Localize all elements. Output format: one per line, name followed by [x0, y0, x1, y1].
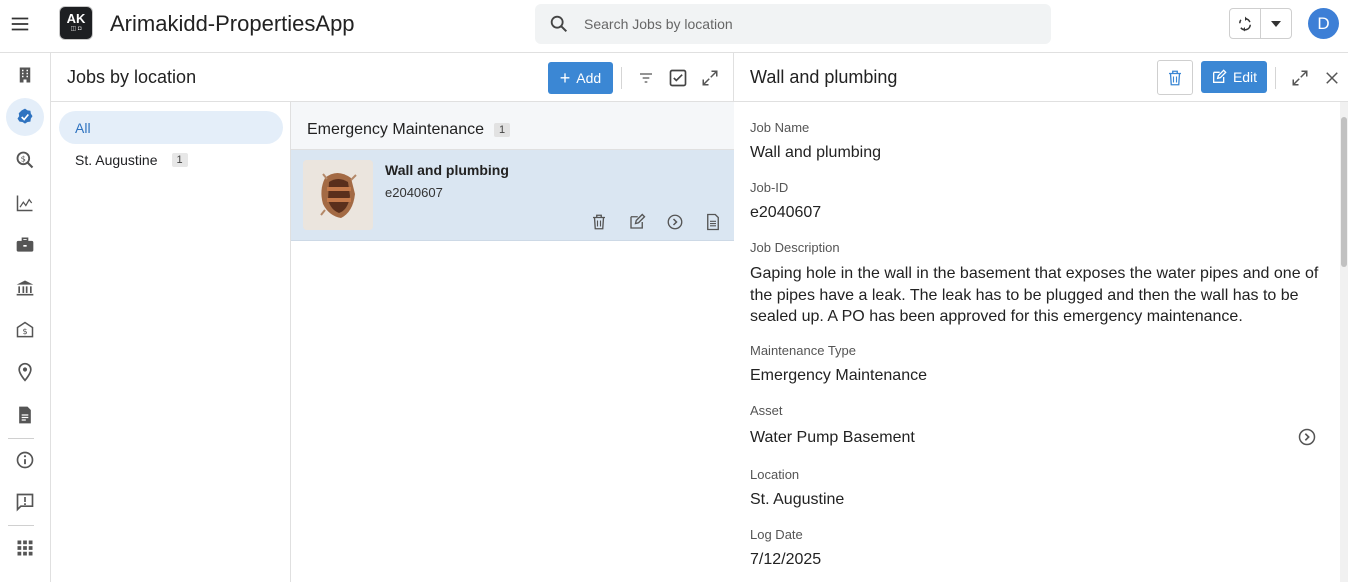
expand-icon[interactable]	[698, 66, 722, 90]
log-date-label: Log Date	[750, 527, 803, 542]
detail-header: Wall and plumbing Edit	[734, 53, 1348, 102]
rail-divider	[8, 438, 34, 439]
job-name-label: Job Name	[750, 120, 810, 135]
plus-icon: +	[559, 68, 571, 88]
edit-button-label: Edit	[1232, 69, 1258, 85]
section-header: Emergency Maintenance 1	[291, 102, 734, 150]
user-avatar[interactable]: D	[1308, 8, 1339, 39]
search-bar[interactable]	[535, 4, 1051, 44]
scroll-thumb[interactable]	[1341, 117, 1347, 267]
job-id-label: Job-ID	[750, 180, 789, 195]
asset-value[interactable]: Water Pump Basement	[750, 429, 915, 447]
asset-label: Asset	[750, 403, 783, 418]
bank-icon[interactable]	[6, 269, 44, 307]
close-icon[interactable]	[1320, 66, 1344, 90]
app-logo[interactable]: AK ◫ ◘	[59, 6, 93, 40]
jobs-list: Emergency Maintenance 1 Wall and plumbin…	[291, 102, 734, 582]
section-count-badge: 1	[494, 123, 511, 137]
list-panel-title: Jobs by location	[67, 67, 197, 87]
rail-divider	[8, 525, 34, 526]
group-label: St. Augustine	[75, 151, 158, 168]
document-icon[interactable]	[6, 396, 44, 434]
sync-dropdown-button[interactable]	[1261, 9, 1291, 38]
edit-button[interactable]: Edit	[1201, 61, 1267, 93]
job-description-label: Job Description	[750, 240, 840, 255]
detail-title: Wall and plumbing	[750, 67, 898, 87]
money-envelope-icon[interactable]: $	[6, 311, 44, 349]
chevron-circle-right-icon[interactable]	[664, 211, 686, 233]
log-date-value: 7/12/2025	[750, 551, 822, 568]
job-description-value: Gaping hole in the wall in the basement …	[750, 265, 1319, 325]
maintenance-type-value: Emergency Maintenance	[750, 367, 927, 384]
location-pin-icon[interactable]	[6, 353, 44, 391]
expand-icon[interactable]	[1288, 66, 1312, 90]
sync-icon	[1239, 16, 1252, 31]
group-item-all[interactable]: All	[59, 111, 283, 144]
feedback-icon[interactable]	[6, 483, 44, 521]
filter-icon[interactable]	[634, 66, 658, 90]
job-thumbnail	[303, 160, 373, 230]
briefcase-icon[interactable]	[6, 226, 44, 264]
detail-scrollbar[interactable]	[1340, 102, 1348, 582]
search-input[interactable]	[584, 16, 1024, 32]
job-id: e2040607	[385, 185, 443, 200]
search-icon	[550, 15, 568, 33]
list-panel-header: Jobs by location + Add	[51, 53, 734, 102]
nav-rail: $ $	[0, 53, 51, 582]
jobs-list-panel: Jobs by location + Add All St. Augustine…	[51, 53, 734, 582]
job-card[interactable]: Wall and plumbing e2040607	[291, 150, 734, 241]
group-item-st-augustine[interactable]: St. Augustine 1	[59, 143, 283, 176]
group-label: All	[75, 119, 91, 136]
header-divider	[1275, 67, 1276, 89]
hamburger-menu-icon[interactable]	[6, 10, 34, 38]
add-button[interactable]: + Add	[548, 62, 613, 94]
location-value: St. Augustine	[750, 491, 845, 508]
edit-icon	[1212, 69, 1227, 83]
logo-mark: ◫ ◘	[70, 26, 82, 32]
location-groups: All St. Augustine 1	[51, 102, 291, 582]
sync-control	[1229, 8, 1292, 39]
apps-grid-icon[interactable]	[6, 529, 44, 567]
count-badge: 1	[171, 152, 188, 167]
svg-text:$: $	[22, 326, 27, 336]
job-name-value: Wall and plumbing	[750, 144, 882, 161]
detail-body: Job Name Wall and plumbing Job-ID e20406…	[734, 102, 1348, 582]
top-bar: AK ◫ ◘ Arimakidd-PropertiesApp D	[0, 0, 1348, 53]
delete-button[interactable]	[1157, 60, 1193, 95]
report-document-icon[interactable]	[702, 211, 724, 233]
chevron-circle-right-icon[interactable]	[1297, 427, 1317, 447]
job-detail-panel: Wall and plumbing Edit Job Name Wall and…	[734, 53, 1348, 582]
header-divider	[621, 67, 622, 89]
svg-text:$: $	[21, 154, 26, 164]
info-icon[interactable]	[6, 441, 44, 479]
trash-icon[interactable]	[588, 211, 610, 233]
search-dollar-icon[interactable]: $	[6, 141, 44, 179]
add-button-label: Add	[576, 70, 602, 86]
location-label: Location	[750, 467, 800, 482]
sync-button[interactable]	[1230, 9, 1262, 38]
job-id-value: e2040607	[750, 204, 822, 221]
maintenance-type-label: Maintenance Type	[750, 343, 856, 358]
chart-icon[interactable]	[6, 184, 44, 222]
logo-text: AK	[66, 11, 86, 26]
job-name: Wall and plumbing	[385, 162, 509, 178]
building-icon[interactable]	[6, 56, 44, 94]
trash-icon	[1169, 70, 1181, 85]
check-badge-icon[interactable]	[6, 98, 44, 136]
select-checkbox-icon[interactable]	[666, 66, 690, 90]
caret-down-icon	[1271, 20, 1282, 27]
section-title: Emergency Maintenance	[307, 121, 484, 138]
edit-icon[interactable]	[626, 211, 648, 233]
app-title: Arimakidd-PropertiesApp	[110, 11, 355, 36]
